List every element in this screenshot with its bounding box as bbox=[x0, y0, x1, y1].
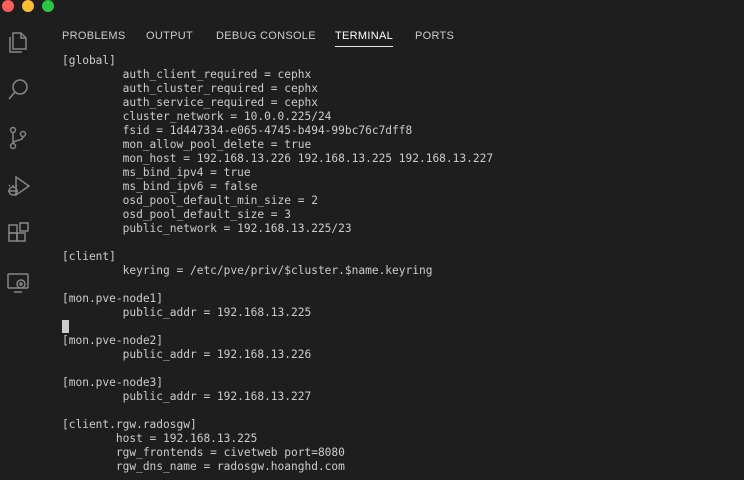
terminal-line: host = 192.168.13.225 bbox=[62, 432, 258, 445]
terminal-line: mon_host = 192.168.13.226 192.168.13.225… bbox=[62, 152, 494, 165]
close-window-button[interactable] bbox=[2, 0, 14, 12]
remote-explorer-icon[interactable] bbox=[4, 268, 32, 296]
search-icon[interactable] bbox=[4, 76, 32, 104]
terminal-line: [mon.pve-node1] bbox=[62, 292, 164, 305]
terminal-line: auth_service_required = cephx bbox=[62, 96, 318, 109]
extensions-icon[interactable] bbox=[4, 220, 32, 248]
terminal-line: [global] bbox=[62, 54, 116, 67]
terminal-line: [client.rgw.radosgw] bbox=[62, 418, 197, 431]
tab-debug-console[interactable]: DEBUG CONSOLE bbox=[216, 30, 316, 46]
terminal-line: public_addr = 192.168.13.227 bbox=[62, 390, 312, 403]
window-titlebar bbox=[0, 0, 744, 14]
minimize-window-button[interactable] bbox=[22, 0, 34, 12]
terminal-line: ms_bind_ipv6 = false bbox=[62, 180, 258, 193]
tab-output[interactable]: OUTPUT bbox=[146, 30, 193, 46]
terminal-line: ms_bind_ipv4 = true bbox=[62, 166, 251, 179]
terminal-line: auth_cluster_required = cephx bbox=[62, 82, 318, 95]
terminal-line: [mon.pve-node2] bbox=[62, 334, 164, 347]
terminal-panel: PROBLEMS OUTPUT DEBUG CONSOLE TERMINAL P… bbox=[48, 14, 744, 480]
terminal-line: keyring = /etc/pve/priv/$cluster.$name.k… bbox=[62, 264, 433, 277]
terminal-line: auth_client_required = cephx bbox=[62, 68, 312, 81]
terminal-line: osd_pool_default_size = 3 bbox=[62, 208, 292, 221]
activity-bar bbox=[0, 14, 48, 480]
tab-problems[interactable]: PROBLEMS bbox=[62, 30, 126, 46]
terminal-line: cluster_network = 10.0.0.225/24 bbox=[62, 110, 332, 123]
terminal-line: [client] bbox=[62, 250, 116, 263]
source-control-icon[interactable] bbox=[4, 124, 32, 152]
tab-terminal[interactable]: TERMINAL bbox=[335, 30, 394, 47]
terminal-line: rgw_frontends = civetweb port=8080 bbox=[62, 446, 345, 459]
terminal-output[interactable]: [global] auth_client_required = cephx au… bbox=[62, 54, 744, 480]
maximize-window-button[interactable] bbox=[42, 0, 54, 12]
terminal-line: public_addr = 192.168.13.226 bbox=[62, 348, 312, 361]
terminal-line: [mon.pve-node3] bbox=[62, 376, 164, 389]
terminal-line: fsid = 1d447334-e065-4745-b494-99bc76c7d… bbox=[62, 124, 413, 137]
terminal-line: public_network = 192.168.13.225/23 bbox=[62, 222, 352, 235]
terminal-cursor bbox=[62, 320, 69, 333]
tab-ports[interactable]: PORTS bbox=[415, 30, 454, 46]
explorer-icon[interactable] bbox=[4, 28, 32, 56]
terminal-line bbox=[62, 320, 744, 334]
run-debug-icon[interactable] bbox=[4, 172, 32, 200]
terminal-line: rgw_dns_name = radosgw.hoanghd.com bbox=[62, 460, 345, 473]
terminal-line: osd_pool_default_min_size = 2 bbox=[62, 194, 318, 207]
terminal-line: public_addr = 192.168.13.225 bbox=[62, 306, 312, 319]
terminal-line: mon_allow_pool_delete = true bbox=[62, 138, 312, 151]
